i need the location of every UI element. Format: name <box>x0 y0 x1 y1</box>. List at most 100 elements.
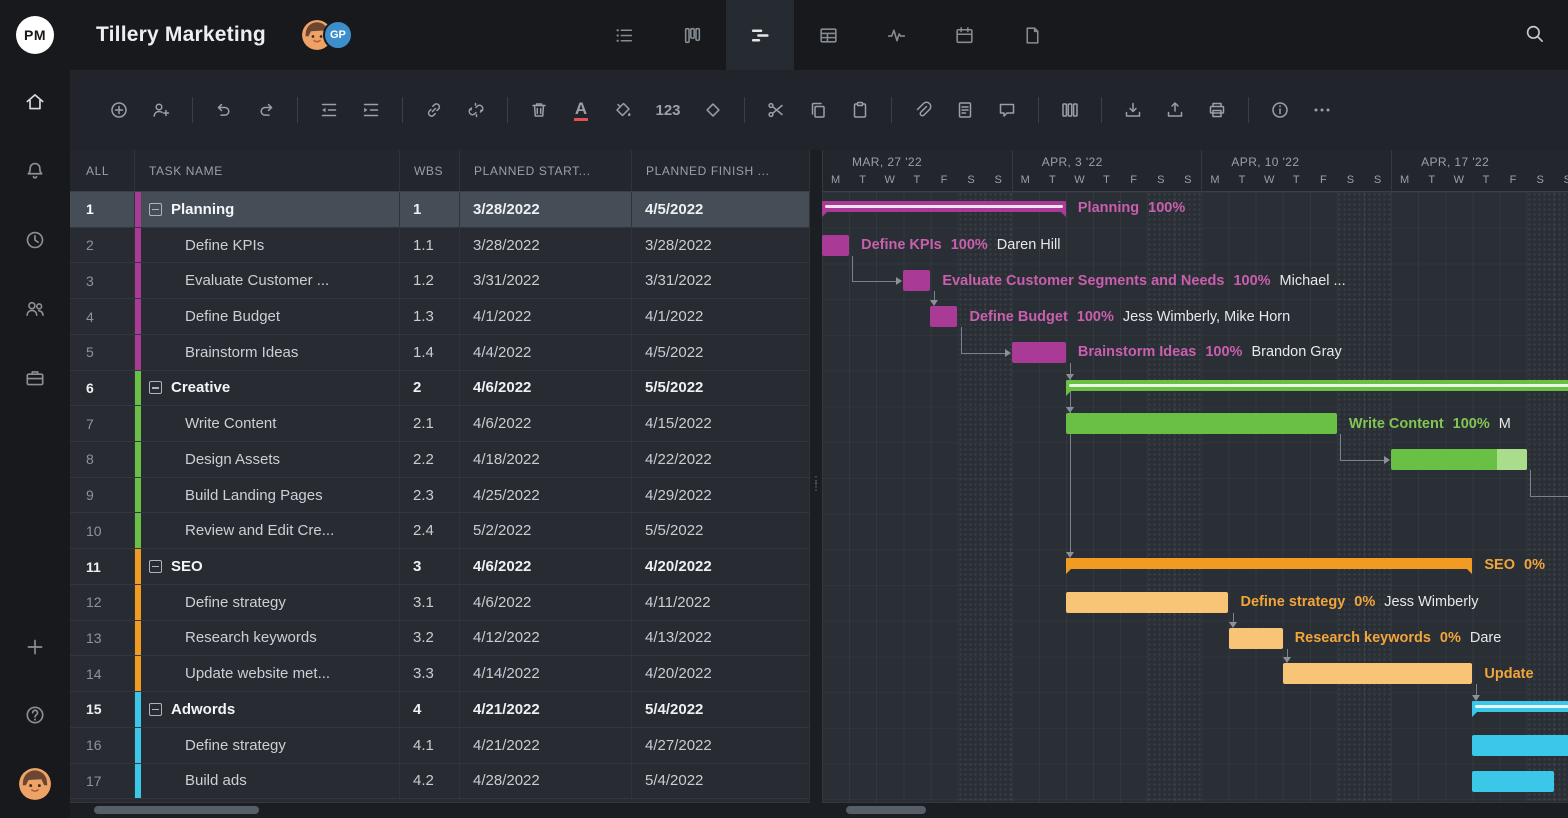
gantt-task-bar[interactable] <box>1066 413 1337 434</box>
row-number[interactable]: 7 <box>70 406 135 441</box>
gantt-task-bar[interactable] <box>1472 771 1553 792</box>
copy-button[interactable] <box>806 98 830 122</box>
view-tab-gantt[interactable] <box>726 0 794 70</box>
view-tab-calendar[interactable] <box>930 0 998 70</box>
task-name-cell[interactable]: Define Budget <box>135 299 400 334</box>
gantt-summary-bar[interactable] <box>1066 380 1568 391</box>
planned-finish-cell[interactable]: 3/31/2022 <box>632 263 810 298</box>
row-number[interactable]: 12 <box>70 585 135 620</box>
add-user-button[interactable] <box>149 98 173 122</box>
planned-start-cell[interactable]: 4/4/2022 <box>460 335 632 370</box>
gantt-task-bar[interactable] <box>1472 735 1568 756</box>
planned-finish-cell[interactable]: 4/20/2022 <box>632 549 810 584</box>
row-number[interactable]: 9 <box>70 478 135 513</box>
indent-button[interactable] <box>359 98 383 122</box>
comment-button[interactable] <box>995 98 1019 122</box>
planned-start-cell[interactable]: 3/31/2022 <box>460 263 632 298</box>
table-row[interactable]: 17Build ads4.24/28/20225/4/2022 <box>70 764 810 800</box>
info-button[interactable] <box>1268 98 1292 122</box>
planned-start-cell[interactable]: 3/28/2022 <box>460 228 632 263</box>
column-header-wbs[interactable]: WBS <box>400 150 460 191</box>
table-row[interactable]: 1Planning13/28/20224/5/2022 <box>70 192 810 228</box>
view-tab-board[interactable] <box>658 0 726 70</box>
search-button[interactable] <box>1524 23 1546 45</box>
cut-button[interactable] <box>764 98 788 122</box>
planned-finish-cell[interactable]: 4/1/2022 <box>632 299 810 334</box>
task-name-cell[interactable]: Planning <box>135 192 400 227</box>
link-tasks-button[interactable] <box>422 98 446 122</box>
table-row[interactable]: 5Brainstorm Ideas1.44/4/20224/5/2022 <box>70 335 810 371</box>
task-name-cell[interactable]: Build Landing Pages <box>135 478 400 513</box>
app-logo-button[interactable]: PM <box>0 0 70 70</box>
planned-finish-cell[interactable]: 5/4/2022 <box>632 764 810 799</box>
planned-finish-cell[interactable]: 5/5/2022 <box>632 513 810 548</box>
collapse-icon[interactable] <box>149 203 162 216</box>
column-header-planned-finish[interactable]: PLANNED FINISH ... <box>632 150 810 191</box>
planned-start-cell[interactable]: 4/6/2022 <box>460 371 632 406</box>
planned-finish-cell[interactable]: 5/4/2022 <box>632 692 810 727</box>
table-hscrollbar-thumb[interactable] <box>94 806 259 814</box>
table-row[interactable]: 10Review and Edit Cre...2.45/2/20225/5/2… <box>70 513 810 549</box>
view-tab-list[interactable] <box>590 0 658 70</box>
row-number[interactable]: 6 <box>70 371 135 406</box>
collapse-icon[interactable] <box>149 381 162 394</box>
gantt-task-bar[interactable] <box>1391 449 1527 470</box>
redo-button[interactable] <box>254 98 278 122</box>
planned-start-cell[interactable]: 4/21/2022 <box>460 692 632 727</box>
row-number[interactable]: 4 <box>70 299 135 334</box>
task-name-cell[interactable]: Brainstorm Ideas <box>135 335 400 370</box>
sidebar-item-help[interactable] <box>15 695 55 735</box>
gantt-task-bar[interactable] <box>930 306 957 327</box>
wbs-cell[interactable]: 2.4 <box>400 513 460 548</box>
paste-button[interactable] <box>848 98 872 122</box>
planned-start-cell[interactable]: 4/25/2022 <box>460 478 632 513</box>
task-name-cell[interactable]: Research keywords <box>135 621 400 656</box>
planned-start-cell[interactable]: 5/2/2022 <box>460 513 632 548</box>
row-number[interactable]: 3 <box>70 263 135 298</box>
row-number[interactable]: 10 <box>70 513 135 548</box>
unlink-tasks-button[interactable] <box>464 98 488 122</box>
numbers-button[interactable]: 123 <box>653 98 683 122</box>
sidebar-item-recent[interactable] <box>15 220 55 260</box>
column-header-all[interactable]: ALL <box>70 150 135 191</box>
view-tab-doc[interactable] <box>998 0 1066 70</box>
row-number[interactable]: 13 <box>70 621 135 656</box>
planned-finish-cell[interactable]: 4/11/2022 <box>632 585 810 620</box>
planned-start-cell[interactable]: 4/21/2022 <box>460 728 632 763</box>
row-number[interactable]: 16 <box>70 728 135 763</box>
wbs-cell[interactable]: 1 <box>400 192 460 227</box>
wbs-cell[interactable]: 3.3 <box>400 656 460 691</box>
planned-finish-cell[interactable]: 3/28/2022 <box>632 228 810 263</box>
export-button[interactable] <box>1163 98 1187 122</box>
planned-start-cell[interactable]: 3/28/2022 <box>460 192 632 227</box>
row-number[interactable]: 2 <box>70 228 135 263</box>
planned-finish-cell[interactable]: 5/5/2022 <box>632 371 810 406</box>
table-row[interactable]: 9Build Landing Pages2.34/25/20224/29/202… <box>70 478 810 514</box>
task-name-cell[interactable]: Define strategy <box>135 728 400 763</box>
task-name-cell[interactable]: Creative <box>135 371 400 406</box>
gantt-summary-bar[interactable] <box>1066 558 1473 569</box>
attachment-button[interactable] <box>911 98 935 122</box>
pane-splitter[interactable]: ⋮⋮ <box>810 150 822 818</box>
undo-button[interactable] <box>212 98 236 122</box>
wbs-cell[interactable]: 1.2 <box>400 263 460 298</box>
gantt-summary-bar[interactable] <box>822 201 1066 212</box>
planned-start-cell[interactable]: 4/1/2022 <box>460 299 632 334</box>
planned-finish-cell[interactable]: 4/20/2022 <box>632 656 810 691</box>
row-number[interactable]: 15 <box>70 692 135 727</box>
wbs-cell[interactable]: 1.4 <box>400 335 460 370</box>
print-button[interactable] <box>1205 98 1229 122</box>
table-row[interactable]: 11SEO34/6/20224/20/2022 <box>70 549 810 585</box>
planned-start-cell[interactable]: 4/12/2022 <box>460 621 632 656</box>
fill-color-button[interactable] <box>611 98 635 122</box>
more-button[interactable] <box>1310 98 1334 122</box>
outdent-button[interactable] <box>317 98 341 122</box>
wbs-cell[interactable]: 2 <box>400 371 460 406</box>
table-row[interactable]: 7Write Content2.14/6/20224/15/2022 <box>70 406 810 442</box>
gantt-task-bar[interactable] <box>1229 628 1283 649</box>
columns-button[interactable] <box>1058 98 1082 122</box>
table-row[interactable]: 16Define strategy4.14/21/20224/27/2022 <box>70 728 810 764</box>
collapse-icon[interactable] <box>149 703 162 716</box>
column-header-task-name[interactable]: TASK NAME <box>135 150 400 191</box>
gantt-task-bar[interactable] <box>1012 342 1066 363</box>
